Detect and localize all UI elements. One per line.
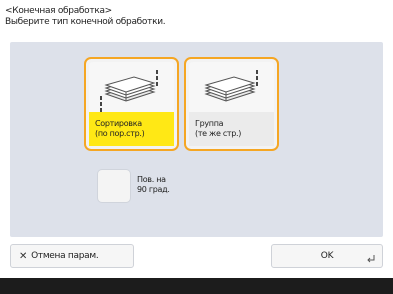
group-option-button[interactable]: Группа (те же стр.): [184, 57, 279, 151]
sort-option-button[interactable]: Сортировка (по пор.стр.): [84, 57, 179, 151]
sort-option-label: Сортировка (по пор.стр.): [89, 112, 174, 146]
sort-option-face: Сортировка (по пор.стр.): [89, 62, 174, 146]
sort-pages-icon: [89, 68, 174, 114]
rotate-90-label: Пов. на 90 град.: [137, 175, 170, 194]
group-option-face: Группа (те же стр.): [189, 62, 274, 146]
screen-title: <Конечная обработка>: [5, 6, 112, 16]
cancel-settings-label: Отмена парам.: [31, 251, 99, 261]
close-icon: ✕: [19, 250, 28, 262]
ok-button[interactable]: OK: [271, 244, 383, 268]
cancel-settings-button[interactable]: ✕ Отмена парам.: [10, 244, 134, 268]
rotate-90-button[interactable]: [98, 170, 130, 202]
enter-icon: [367, 255, 375, 263]
bottom-status-bar: [0, 278, 393, 294]
screen-instruction: Выберите тип конечной обработки.: [5, 17, 166, 27]
screen-header: <Конечная обработка> Выберите тип конечн…: [5, 6, 166, 28]
ok-label: OK: [320, 251, 334, 261]
group-pages-icon: [189, 68, 274, 114]
group-option-label: Группа (те же стр.): [189, 112, 274, 146]
